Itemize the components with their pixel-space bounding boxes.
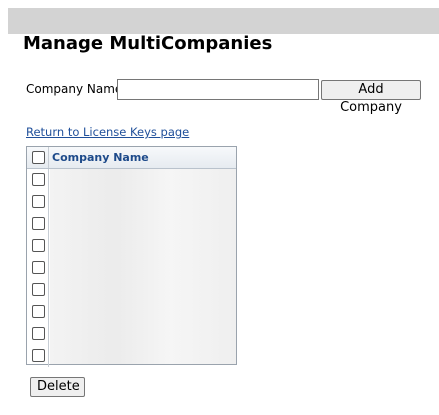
row-checkbox[interactable]	[32, 195, 45, 208]
table-row	[27, 301, 236, 323]
table-row	[27, 279, 236, 301]
delete-button[interactable]: Delete	[30, 377, 85, 397]
row-checkbox[interactable]	[32, 217, 45, 230]
row-checkbox[interactable]	[32, 173, 45, 186]
row-checkbox[interactable]	[32, 261, 45, 274]
table-row	[27, 323, 236, 345]
table-row	[27, 169, 236, 191]
row-checkbox[interactable]	[32, 349, 45, 362]
add-company-button[interactable]: Add Company	[321, 80, 421, 115]
select-all-checkbox[interactable]	[32, 151, 45, 164]
row-checkbox-cell	[27, 345, 49, 367]
companies-grid: Company Name	[26, 146, 237, 367]
company-name-column-header[interactable]: Company Name	[52, 151, 149, 164]
table-row	[27, 213, 236, 235]
row-checkbox-cell	[27, 301, 49, 323]
row-checkbox-cell	[27, 257, 49, 279]
row-checkbox-cell	[27, 279, 49, 301]
company-name-input[interactable]	[117, 79, 319, 100]
row-checkbox[interactable]	[32, 327, 45, 340]
row-checkbox-cell	[27, 235, 49, 257]
page-title: Manage MultiCompanies	[23, 33, 273, 54]
return-to-license-keys-link[interactable]: Return to License Keys page	[26, 125, 189, 139]
table-row	[27, 235, 236, 257]
grid-header: Company Name	[27, 147, 236, 169]
row-checkbox-cell	[27, 191, 49, 213]
table-row	[27, 345, 236, 367]
row-checkbox-cell	[27, 323, 49, 345]
company-name-label: Company Name:	[26, 82, 127, 96]
row-checkbox[interactable]	[32, 305, 45, 318]
row-checkbox[interactable]	[32, 283, 45, 296]
table-row	[27, 191, 236, 213]
row-checkbox[interactable]	[32, 239, 45, 252]
table-row	[27, 257, 236, 279]
row-checkbox-cell	[27, 213, 49, 235]
top-banner	[8, 8, 439, 34]
row-checkbox-cell	[27, 169, 49, 191]
header-checkbox-cell	[27, 147, 49, 168]
